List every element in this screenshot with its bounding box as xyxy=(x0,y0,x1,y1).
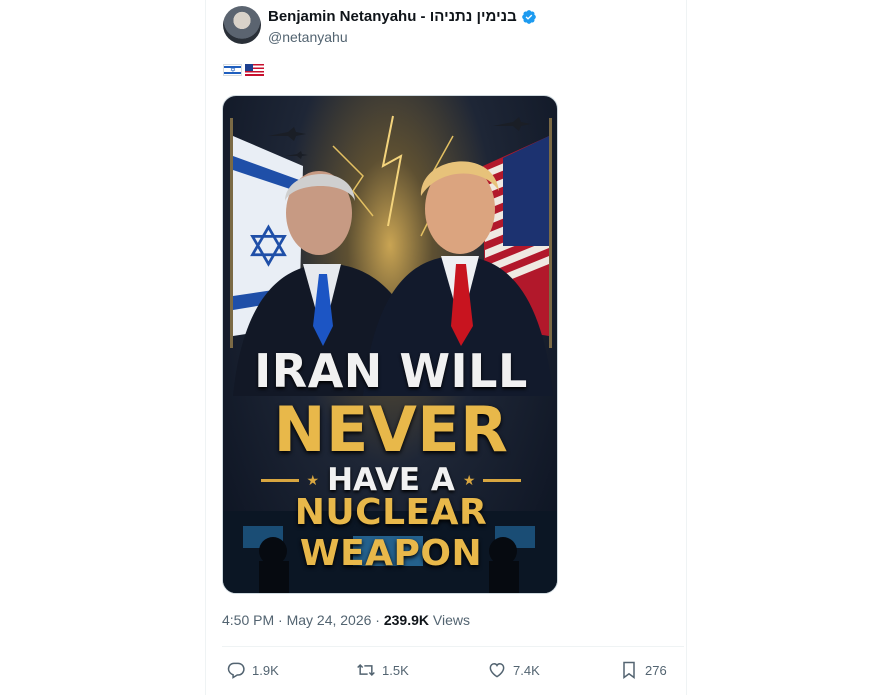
like-count: 7.4K xyxy=(513,662,540,678)
post-timestamp[interactable]: 4:50 PM · May 24, 2026 · xyxy=(222,612,384,628)
star-icon: ★ xyxy=(306,471,320,488)
poster-headline-line-2: NEVER xyxy=(273,393,509,466)
poster-rule-left xyxy=(261,478,299,482)
poster-rule-right xyxy=(483,478,522,482)
svg-text:✡: ✡ xyxy=(245,215,292,280)
reply-count: 1.9K xyxy=(252,662,279,678)
views-count: 239.9K xyxy=(383,612,430,628)
column-border-left xyxy=(205,0,206,695)
post-media-image[interactable]: ✡ IRAN WILL NEVER ★ HAVE A ★ NUCLEAR WEA… xyxy=(222,95,558,594)
repost-count: 1.5K xyxy=(382,662,409,678)
author-display-name[interactable]: Benjamin Netanyahu - בנימין נתניהו xyxy=(268,8,517,25)
bookmark-button[interactable]: 276 xyxy=(619,660,667,680)
author-name-row: Benjamin Netanyahu - בנימין נתניהו xyxy=(268,8,537,25)
bookmark-icon xyxy=(623,661,635,679)
author-avatar[interactable] xyxy=(223,6,261,44)
post-body-flags: ✡ xyxy=(223,64,264,76)
israel-flag-icon: ✡ xyxy=(223,64,242,76)
verified-badge-icon xyxy=(521,9,536,24)
column-border-right xyxy=(686,0,687,695)
reply-icon xyxy=(227,662,245,679)
repost-button[interactable]: 1.5K xyxy=(356,660,409,680)
post-metadata: 4:50 PM · May 24, 2026 · 239.9K Views xyxy=(222,612,470,628)
star-icon: ★ xyxy=(462,471,476,488)
views-label: Views xyxy=(429,612,470,628)
poster-headline-line-4: NUCLEAR WEAPON xyxy=(294,492,488,574)
like-button[interactable]: 7.4K xyxy=(487,660,540,680)
reply-button[interactable]: 1.9K xyxy=(226,660,279,680)
action-divider xyxy=(222,646,684,647)
bookmark-count: 276 xyxy=(645,662,667,678)
author-handle[interactable]: @netanyahu xyxy=(268,29,348,45)
poster-headline-line-1: IRAN WILL xyxy=(254,344,528,398)
repost-icon xyxy=(357,663,375,677)
heart-icon xyxy=(489,662,505,678)
usa-flag-icon xyxy=(245,64,264,76)
